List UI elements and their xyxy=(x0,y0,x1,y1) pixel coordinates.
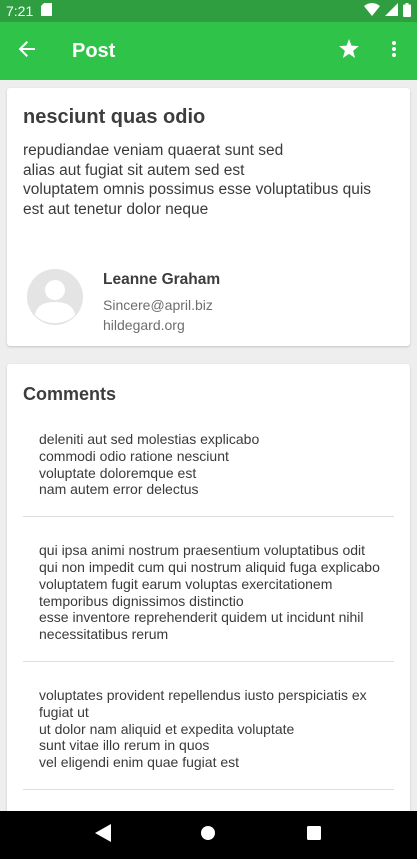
author-email: Sincere@april.biz xyxy=(103,297,213,313)
navigation-bar xyxy=(0,811,417,859)
back-triangle-icon xyxy=(94,823,111,847)
comment-item: voluptates provident repellendus iusto p… xyxy=(39,686,367,771)
person-placeholder-icon xyxy=(35,280,75,323)
sd-card-icon xyxy=(41,3,53,19)
battery-icon xyxy=(403,2,411,20)
post-title: nesciunt quas odio xyxy=(23,106,206,128)
avatar xyxy=(27,269,83,325)
more-vert-icon xyxy=(392,40,396,62)
status-bar: 7:21 xyxy=(0,0,417,22)
post-card: nesciunt quas odio repudiandae veniam qu… xyxy=(7,88,410,346)
divider xyxy=(23,788,394,790)
nav-back-button[interactable] xyxy=(83,815,123,855)
page-title: Post xyxy=(72,39,116,62)
cellular-signal-icon xyxy=(385,3,398,19)
comment-item: qui ipsa animi nostrum praesentium volup… xyxy=(39,542,380,643)
divider xyxy=(23,660,394,662)
nav-home-button[interactable] xyxy=(188,815,228,855)
author-name: Leanne Graham xyxy=(103,271,221,288)
nav-recents-button[interactable] xyxy=(294,815,334,855)
post-body: repudiandae veniam quaerat sunt sed alia… xyxy=(23,142,372,218)
home-circle-icon xyxy=(200,825,216,846)
comments-heading: Comments xyxy=(23,384,117,404)
status-time: 7:21 xyxy=(6,3,34,19)
comment-item: deleniti aut sed molestias explicabo com… xyxy=(39,431,260,498)
back-button[interactable] xyxy=(0,22,54,80)
divider xyxy=(23,516,394,518)
wifi-icon xyxy=(364,3,380,19)
star-icon xyxy=(339,39,359,63)
comments-card: Comments deleniti aut sed molestias expl… xyxy=(7,364,410,824)
app-bar: Post xyxy=(0,22,417,80)
recents-square-icon xyxy=(306,825,322,846)
overflow-menu-button[interactable] xyxy=(387,22,401,80)
arrow-back-icon xyxy=(18,40,36,63)
post-screen: 7:21 Post nesciunt quas odio repudiandae… xyxy=(0,0,417,859)
author-website: hildegard.org xyxy=(103,317,185,333)
favorite-button[interactable] xyxy=(329,22,369,80)
author-block[interactable]: Leanne Graham Sincere@april.biz hildegar… xyxy=(27,269,220,335)
